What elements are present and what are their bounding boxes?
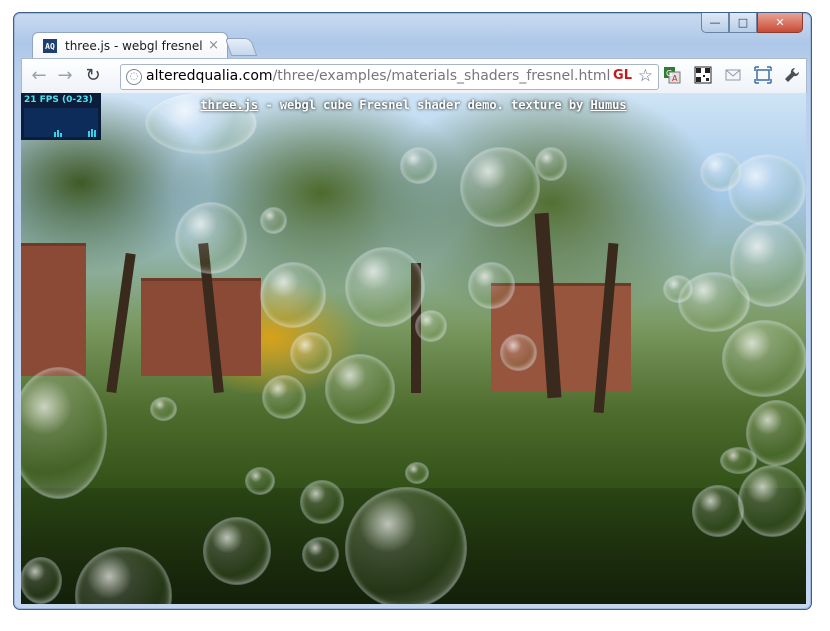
fps-graph-bar xyxy=(91,129,93,137)
bubble xyxy=(176,203,246,273)
close-window-button[interactable]: ✕ xyxy=(757,13,803,33)
bubble xyxy=(21,558,61,603)
webgl-badge-icon[interactable]: GL xyxy=(613,68,632,83)
fps-graph-bar xyxy=(94,130,96,137)
bubble xyxy=(303,538,338,571)
bubble xyxy=(346,248,424,326)
qr-code-icon[interactable] xyxy=(693,66,713,86)
minimize-button[interactable]: — xyxy=(701,13,729,33)
bubble xyxy=(461,148,539,226)
tab-close-icon[interactable]: × xyxy=(208,38,219,53)
bubble xyxy=(261,208,286,233)
bubble xyxy=(501,335,536,370)
tab-active[interactable]: AQ three.js - webgl fresnel × xyxy=(32,32,228,59)
info-text: - webgl cube Fresnel shader demo. textur… xyxy=(258,98,591,112)
bubble xyxy=(291,333,331,373)
bubble xyxy=(739,466,806,536)
bubble xyxy=(723,321,806,396)
bubble xyxy=(301,481,343,523)
bubble xyxy=(261,263,325,327)
fps-graph-bar xyxy=(88,131,90,137)
humus-link[interactable]: Humus xyxy=(591,98,627,112)
browser-toolbar: ← → ↻ ◌ alteredqualia.com/three/examples… xyxy=(21,58,807,93)
tab-title: three.js - webgl fresnel xyxy=(65,39,203,53)
bubble xyxy=(406,463,428,483)
svg-text:A: A xyxy=(672,74,678,83)
bubble xyxy=(469,263,514,308)
bookmark-star-icon[interactable]: ☆ xyxy=(638,66,653,86)
fps-graph xyxy=(24,108,98,137)
site-favicon-icon: AQ xyxy=(43,39,57,53)
maximize-button[interactable]: □ xyxy=(729,13,757,33)
threejs-link[interactable]: three.js xyxy=(200,98,258,112)
bubble xyxy=(721,448,756,473)
fullscreen-icon[interactable] xyxy=(753,66,773,86)
mail-icon[interactable] xyxy=(723,66,743,86)
bubble xyxy=(693,486,743,536)
url-path: /three/examples/materials_shaders_fresne… xyxy=(272,68,611,84)
bubble xyxy=(729,155,805,225)
translate-icon[interactable]: GA xyxy=(662,66,682,86)
forward-button[interactable]: → xyxy=(54,65,76,87)
fps-graph-bar xyxy=(60,133,62,137)
bubble xyxy=(747,401,806,465)
bubble xyxy=(416,311,446,341)
bubble xyxy=(536,148,566,180)
fps-graph-bar xyxy=(54,132,56,137)
building-middle xyxy=(141,278,261,376)
reload-button[interactable]: ↻ xyxy=(82,65,104,87)
info-overlay: three.js - webgl cube Fresnel shader dem… xyxy=(21,98,806,112)
bubble xyxy=(246,468,274,494)
back-button[interactable]: ← xyxy=(28,65,50,87)
bubble xyxy=(664,276,692,302)
bubble xyxy=(204,518,270,584)
fps-graph-bar xyxy=(57,130,59,137)
building-left xyxy=(21,243,86,376)
bubble xyxy=(151,398,176,420)
webgl-canvas[interactable]: 21 FPS (0-23) three.js - webgl cube Fres… xyxy=(21,93,806,604)
bubble xyxy=(346,488,466,604)
bubble xyxy=(401,148,436,183)
url-host: alteredqualia.com xyxy=(146,68,273,84)
window-controls: — □ ✕ xyxy=(701,13,803,33)
new-tab-button[interactable] xyxy=(224,38,258,56)
bubble xyxy=(263,376,305,418)
bubble xyxy=(326,355,394,423)
bubble xyxy=(701,153,741,191)
globe-icon: ◌ xyxy=(126,69,142,85)
wrench-icon[interactable] xyxy=(782,66,802,86)
url-text[interactable]: alteredqualia.com/three/examples/materia… xyxy=(146,68,610,84)
address-bar[interactable]: ◌ alteredqualia.com/three/examples/mater… xyxy=(120,64,659,90)
